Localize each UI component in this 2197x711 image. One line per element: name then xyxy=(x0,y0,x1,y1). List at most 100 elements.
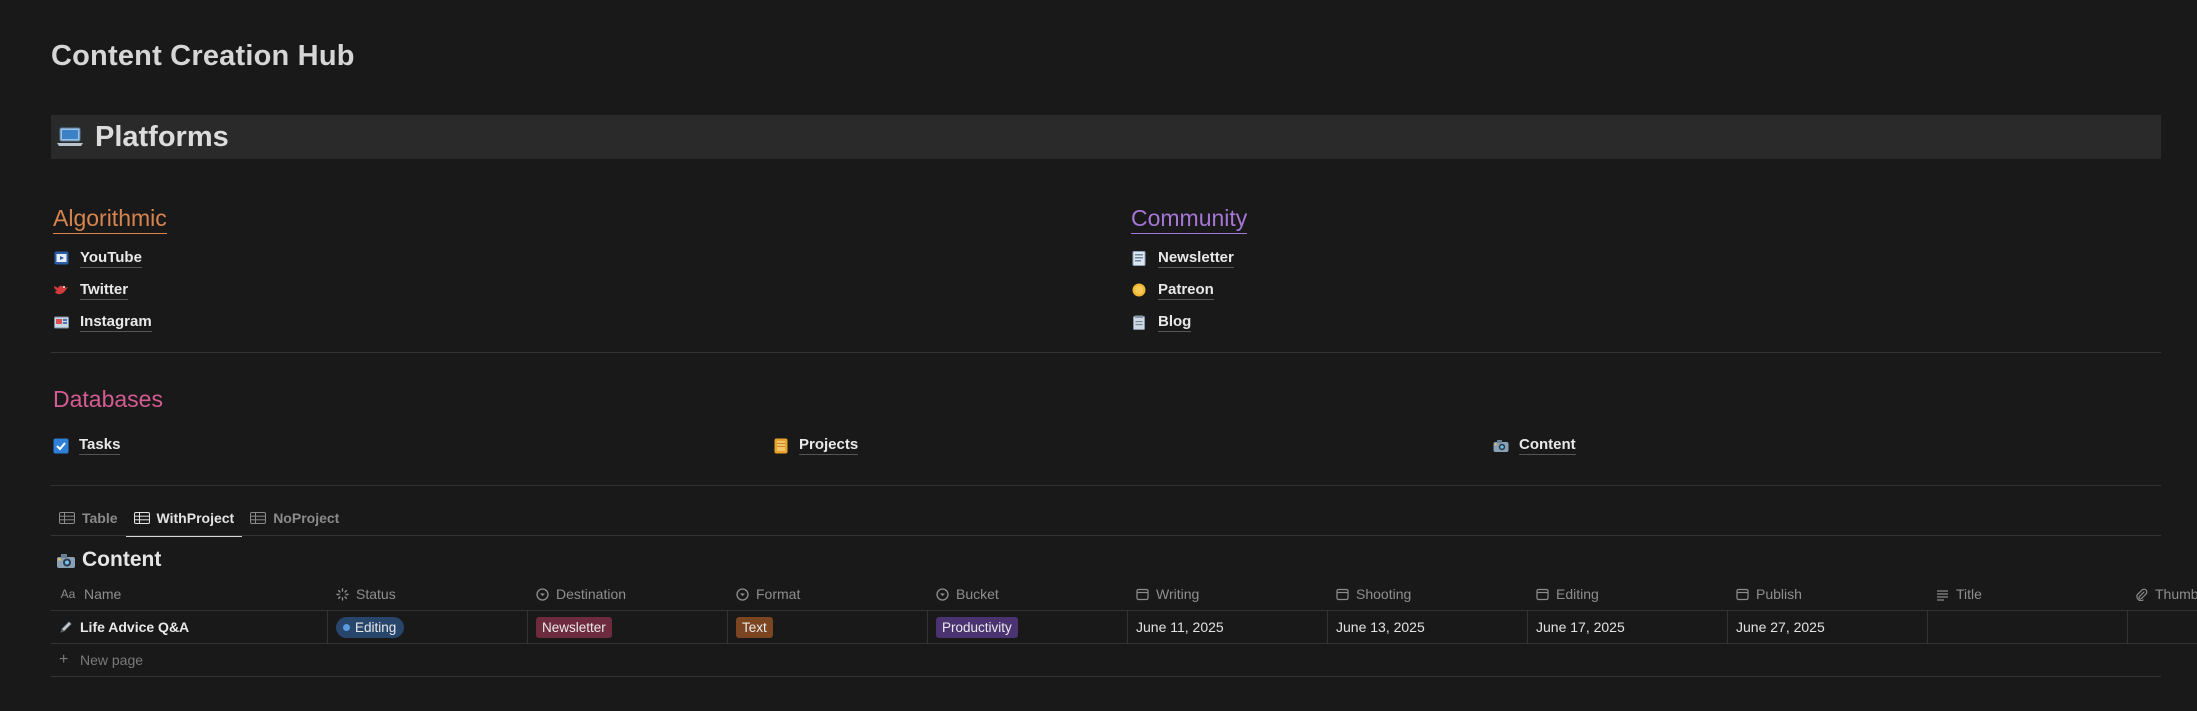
row-status[interactable]: Editing xyxy=(327,610,527,644)
link-label: Newsletter xyxy=(1158,248,1234,268)
column-header-writing[interactable]: Writing xyxy=(1127,578,1327,611)
community-column: Community Newsletter Patreon Blog xyxy=(1131,205,1248,338)
destination-tag: Newsletter xyxy=(536,616,612,638)
patreon-icon xyxy=(1131,282,1147,298)
bucket-tag: Productivity xyxy=(936,616,1018,638)
content-table: Aa Name Status Destination Format Bucket… xyxy=(51,578,2197,677)
table-header: Aa Name Status Destination Format Bucket… xyxy=(51,578,2197,611)
column-header-thumb[interactable]: Thumb xyxy=(2127,578,2197,611)
row-thumb[interactable] xyxy=(2127,610,2197,644)
column-header-publish[interactable]: Publish xyxy=(1727,578,1927,611)
database-links: Tasks Projects Content xyxy=(53,436,2153,464)
column-header-name[interactable]: Aa Name xyxy=(51,578,327,611)
view-tabs: Table WithProject NoProject xyxy=(51,500,347,537)
databases-heading: Databases xyxy=(53,386,163,412)
select-icon xyxy=(535,587,549,601)
column-label: Format xyxy=(756,586,801,602)
column-label: Title xyxy=(1956,586,1982,602)
column-header-title[interactable]: Title xyxy=(1927,578,2127,611)
row-editing-date[interactable]: June 17, 2025 xyxy=(1527,610,1727,644)
column-label: Publish xyxy=(1756,586,1802,602)
row-writing-date[interactable]: June 11, 2025 xyxy=(1127,610,1327,644)
tab-table[interactable]: Table xyxy=(51,500,126,536)
status-icon xyxy=(335,587,349,601)
table-row[interactable]: Life Advice Q&A Editing Newsletter Text … xyxy=(51,610,2197,644)
link-youtube[interactable]: YouTube xyxy=(53,242,167,274)
row-bucket[interactable]: Productivity xyxy=(927,610,1127,644)
calendar-icon xyxy=(1135,587,1149,601)
table-title-text: Content xyxy=(82,548,162,571)
column-header-status[interactable]: Status xyxy=(327,578,527,611)
row-name-text: Life Advice Q&A xyxy=(80,619,190,635)
column-label: Status xyxy=(356,586,396,602)
algorithmic-column: Algorithmic YouTube Twitter Instagram xyxy=(53,205,167,338)
link-projects[interactable]: Projects xyxy=(773,436,859,455)
blog-icon xyxy=(1131,314,1147,330)
link-twitter[interactable]: Twitter xyxy=(53,274,167,306)
status-dot xyxy=(343,623,350,631)
column-label: Destination xyxy=(556,586,627,602)
platforms-heading: Platforms xyxy=(95,120,229,153)
status-text: Editing xyxy=(355,619,397,635)
camera-icon xyxy=(1493,438,1509,454)
calendar-icon xyxy=(1335,587,1349,601)
link-instagram[interactable]: Instagram xyxy=(53,306,167,338)
link-label: Blog xyxy=(1158,312,1192,332)
status-badge: Editing xyxy=(336,616,405,638)
link-label: Content xyxy=(1519,436,1576,455)
databases-section: Databases xyxy=(53,386,163,422)
link-label: Instagram xyxy=(80,312,152,332)
column-header-editing[interactable]: Editing xyxy=(1527,578,1727,611)
row-shooting-date[interactable]: June 13, 2025 xyxy=(1327,610,1527,644)
column-header-destination[interactable]: Destination xyxy=(527,578,727,611)
laptop-icon xyxy=(55,125,85,149)
tab-label: WithProject xyxy=(156,510,235,526)
link-tasks[interactable]: Tasks xyxy=(53,436,121,455)
row-format[interactable]: Text xyxy=(727,610,927,644)
tab-label: NoProject xyxy=(273,510,340,526)
tabs-divider xyxy=(51,535,2161,536)
link-label: Patreon xyxy=(1158,280,1214,300)
row-destination[interactable]: Newsletter xyxy=(527,610,727,644)
tab-withproject[interactable]: WithProject xyxy=(125,500,243,537)
column-label: Editing xyxy=(1556,586,1599,602)
row-publish-date[interactable]: June 27, 2025 xyxy=(1727,610,1927,644)
calendar-icon xyxy=(1735,587,1749,601)
format-tag: Text xyxy=(736,616,773,638)
divider xyxy=(51,352,2161,353)
link-label: YouTube xyxy=(80,248,142,268)
page-title: Content Creation Hub xyxy=(51,40,355,72)
link-label: Twitter xyxy=(80,280,129,300)
link-newsletter[interactable]: Newsletter xyxy=(1131,242,1247,274)
new-page-button[interactable]: + New page xyxy=(51,644,2161,677)
community-heading[interactable]: Community xyxy=(1131,205,1248,234)
aa-text-icon: Aa xyxy=(60,587,76,601)
table-icon xyxy=(250,512,267,524)
youtube-icon xyxy=(53,250,69,266)
select-icon xyxy=(935,587,949,601)
link-content[interactable]: Content xyxy=(1493,436,1576,455)
column-label: Thumb xyxy=(2155,586,2197,602)
checkbox-icon xyxy=(53,438,69,454)
tab-noproject[interactable]: NoProject xyxy=(242,500,347,536)
column-label: Bucket xyxy=(956,586,999,602)
column-header-format[interactable]: Format xyxy=(727,578,927,611)
divider xyxy=(51,485,2161,486)
column-header-bucket[interactable]: Bucket xyxy=(927,578,1127,611)
platforms-callout: Platforms xyxy=(51,115,2161,159)
new-page-label: New page xyxy=(80,652,144,668)
select-icon xyxy=(735,587,749,601)
table-title[interactable]: Content xyxy=(55,548,161,572)
link-patreon[interactable]: Patreon xyxy=(1131,274,1247,306)
row-title[interactable] xyxy=(1927,610,2127,644)
link-blog[interactable]: Blog xyxy=(1131,306,1247,338)
tab-label: Table xyxy=(82,510,118,526)
plus-icon: + xyxy=(59,651,69,668)
row-name[interactable]: Life Advice Q&A xyxy=(51,611,327,644)
table-icon xyxy=(133,512,150,524)
algorithmic-heading[interactable]: Algorithmic xyxy=(53,205,167,234)
text-lines-icon xyxy=(1935,587,1949,601)
camera-icon xyxy=(57,554,75,568)
column-header-shooting[interactable]: Shooting xyxy=(1327,578,1527,611)
column-label: Name xyxy=(84,586,122,602)
